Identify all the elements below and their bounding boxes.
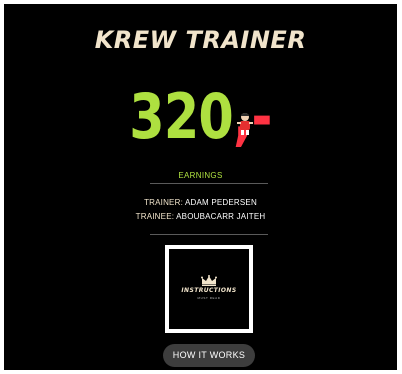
mascot-icon [237,113,253,135]
instructions-video[interactable]: INSTRUCTIONS MUST READ [165,245,253,333]
trainer-name: ADAM PEDERSEN [184,198,257,207]
earnings-label: EARNINGS [178,171,223,180]
trainee-name: ABOUBACARR JAITEH [176,212,266,221]
divider [150,183,268,184]
earnings-value: 320 [129,80,233,153]
crown-icon [201,275,217,286]
video-title: INSTRUCTIONS [181,287,237,294]
earnings-amount: 320,- [39,82,361,152]
trainer-row: TRAINER: ADAM PEDERSEN [4,198,397,207]
how-it-works-button[interactable]: HOW IT WORKS [163,344,255,367]
page-title: KREW TRAINER [94,26,307,54]
divider [150,234,268,235]
trainee-row: TRAINEE: ABOUBACARR JAITEH [4,212,397,221]
trainee-label: TRAINEE: [135,212,175,221]
video-subtitle: MUST READ [197,296,221,300]
app-frame: KREW TRAINER 320,- EARNINGS TRAINER: ADA… [4,4,397,370]
trainer-label: TRAINER: [144,198,183,207]
